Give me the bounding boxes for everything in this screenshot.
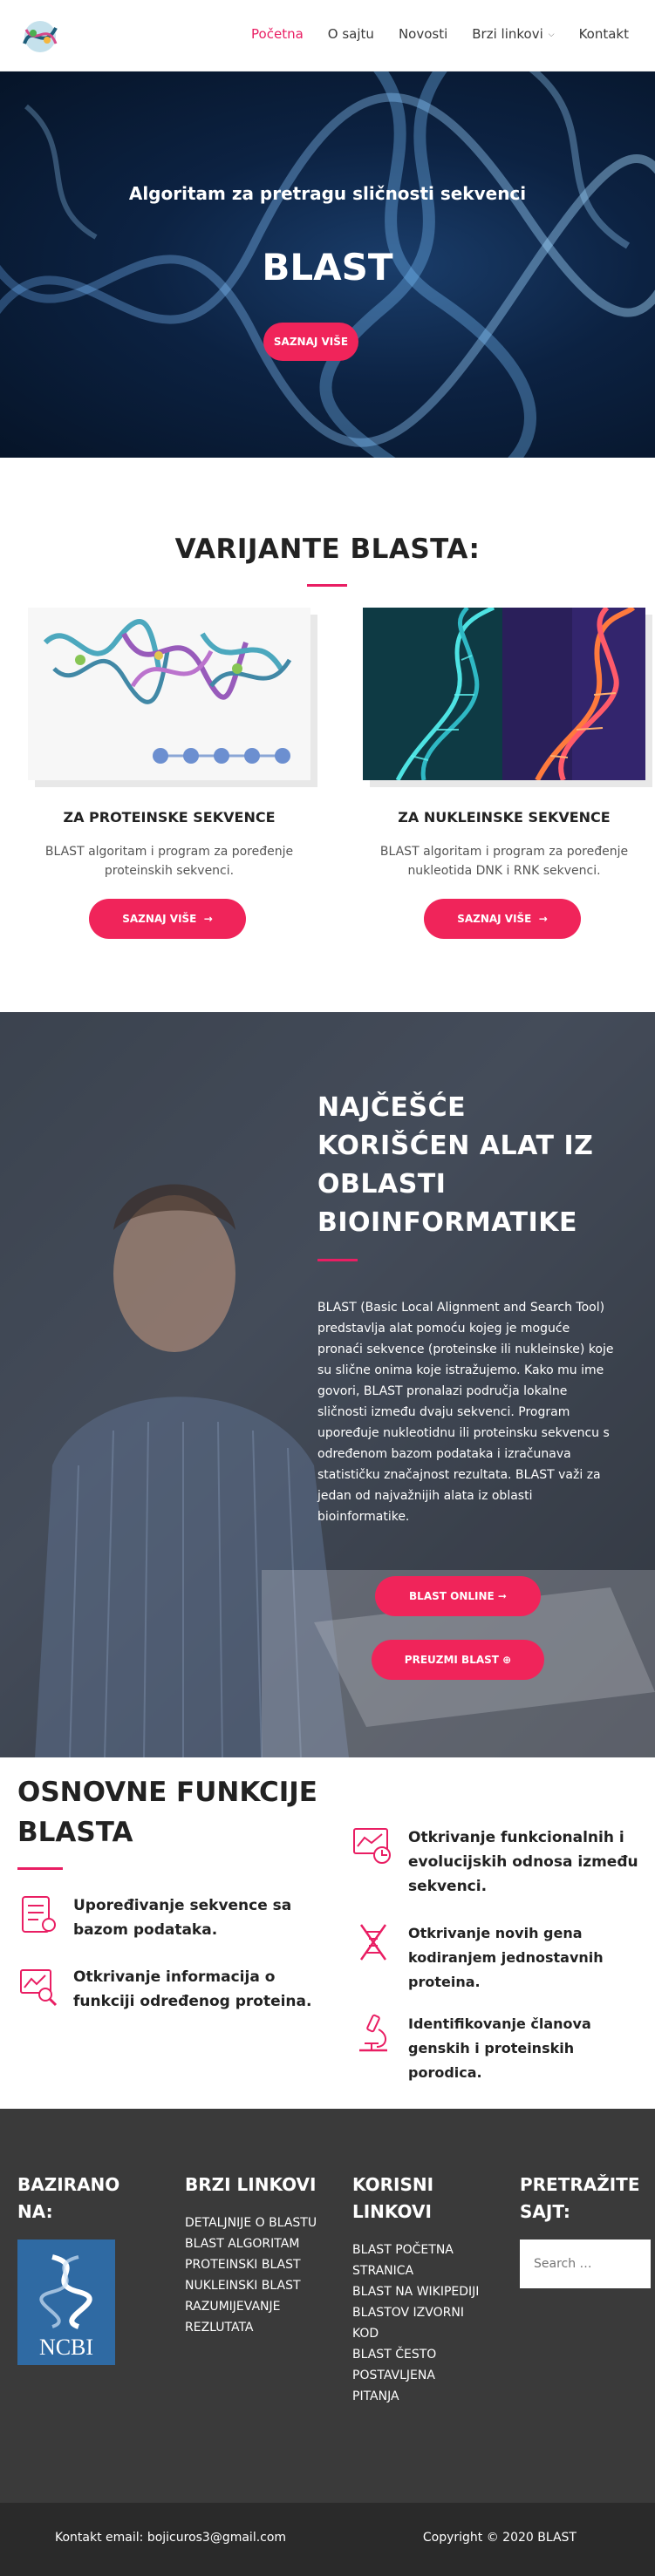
- nucleotide-card-title: ZA NUKLEINSKE SEKVENCE: [398, 809, 611, 826]
- footer-link[interactable]: BLAST NA WIKIPEDIJI: [352, 2281, 501, 2302]
- footer-search-input[interactable]: [520, 2240, 651, 2288]
- nav-quick-links-label: Brzi linkovi: [472, 26, 543, 42]
- variants-title: VARIJANTE BLASTA:: [174, 534, 481, 565]
- variants-title-underline: [307, 584, 347, 587]
- analytics-icon: [353, 1828, 391, 1864]
- nav-news[interactable]: Novosti: [386, 26, 460, 42]
- footer-link[interactable]: DETALJNIJE O BLASTU: [185, 2212, 333, 2233]
- footer-quick-links: DETALJNIJE O BLASTU BLAST ALGORITAM PROT…: [185, 2212, 333, 2338]
- nav-quick-links[interactable]: Brzi linkovi ⌵: [460, 26, 566, 42]
- protein-structure-image[interactable]: [28, 608, 310, 780]
- functions-title-underline: [17, 1867, 63, 1870]
- hero-subtitle: Algoritam za pretragu sličnosti sekvenci: [128, 183, 527, 204]
- protein-card-text: BLAST algoritam i program za poređenje p…: [44, 845, 294, 878]
- ncbi-logo-text: NCBI: [39, 2335, 93, 2360]
- bottom-bar: Kontakt email: bojicuros3@gmail.com Copy…: [0, 2503, 655, 2576]
- dna-helix-image[interactable]: [363, 608, 645, 780]
- footer-link[interactable]: REZLUTATA: [185, 2317, 333, 2338]
- tool-section: NAJČEŠĆE KORIŠĆEN ALAT IZ OBLASTI BIOINF…: [0, 1012, 655, 1757]
- nucleotide-card-text: BLAST algoritam i program za poređenje n…: [379, 845, 629, 878]
- protein-learn-more-label: SAZNAJ VIŠE: [122, 913, 197, 925]
- footer-link[interactable]: PROTEINSKI BLAST: [185, 2254, 333, 2275]
- protein-card-title: ZA PROTEINSKE SEKVENCE: [63, 809, 276, 826]
- site-logo[interactable]: [17, 17, 63, 56]
- feature-text: Otkrivanje informacija o funkciji određe…: [73, 1968, 312, 2010]
- nav-contact[interactable]: Kontakt: [567, 26, 641, 42]
- feature-item: Otkrivanje funkcionalnih i evolucijskih …: [352, 1825, 649, 1899]
- feature-item: Otkrivanje informacija o funkciji određe…: [17, 1965, 331, 2014]
- footer-link[interactable]: POSTAVLJENA: [352, 2365, 501, 2386]
- footer-link[interactable]: BLAST POČETNA: [352, 2240, 501, 2260]
- footer-link[interactable]: BLAST ČESTO: [352, 2344, 501, 2365]
- nav-about[interactable]: O sajtu: [316, 26, 386, 42]
- chart-search-icon: [20, 1969, 58, 2007]
- arrow-right-icon: →: [203, 913, 213, 925]
- hero-banner: Algoritam za pretragu sličnosti sekvenci…: [0, 71, 655, 458]
- site-header: Početna O sajtu Novosti Brzi linkovi ⌵ Ko…: [0, 0, 655, 71]
- nucleotide-learn-more-button[interactable]: SAZNAJ VIŠE →: [424, 899, 581, 939]
- nucleotide-learn-more-label: SAZNAJ VIŠE: [457, 913, 532, 925]
- footer-link[interactable]: RAZUMIJEVANJE: [185, 2296, 333, 2317]
- blast-online-button[interactable]: BLAST ONLINE ➞: [375, 1576, 541, 1616]
- footer-link[interactable]: NUKLEINSKI BLAST: [185, 2275, 333, 2296]
- site-footer: BAZIRANO NA: NCBI BRZI LINKOVI DETALJNIJ…: [0, 2109, 655, 2503]
- footer-link[interactable]: PITANJA: [352, 2386, 501, 2407]
- footer-useful-links: BLAST POČETNA STRANICA BLAST NA WIKIPEDI…: [352, 2240, 501, 2407]
- hero-title: BLAST: [262, 246, 393, 289]
- download-blast-button[interactable]: PREUZMI BLAST ⊕: [372, 1640, 544, 1680]
- footer-useful-title: KORISNI LINKOVI: [352, 2174, 434, 2222]
- dna-icon: [359, 1924, 387, 1961]
- arrow-right-icon: →: [538, 913, 548, 925]
- feature-item: Otkrivanje novih gena kodiranjem jednost…: [352, 1921, 649, 1995]
- footer-link[interactable]: STRANICA: [352, 2260, 501, 2281]
- chevron-down-icon: ⌵: [548, 31, 555, 39]
- footer-link[interactable]: BLAST ALGORITAM: [185, 2233, 333, 2254]
- tool-title-underline: [317, 1259, 358, 1261]
- main-nav: Početna O sajtu Novosti Brzi linkovi ⌵ Ko…: [239, 26, 641, 42]
- feature-item: Identifikovanje članova genskih i protei…: [352, 2012, 649, 2085]
- feature-text: Upoređivanje sekvence sa bazom podataka.: [73, 1897, 292, 1939]
- contact-email[interactable]: Kontakt email: bojicuros3@gmail.com: [55, 2531, 286, 2545]
- feature-text: Identifikovanje članova genskih i protei…: [408, 2015, 591, 2081]
- feature-item: Upoređivanje sekvence sa bazom podataka.: [17, 1893, 331, 1942]
- tool-title: NAJČEŠĆE KORIŠĆEN ALAT IZ OBLASTI BIOINF…: [317, 1092, 594, 1238]
- feature-text: Otkrivanje funkcionalnih i evolucijskih …: [408, 1829, 638, 1895]
- feature-text: Otkrivanje novih gena kodiranjem jednost…: [408, 1925, 604, 1990]
- nav-home[interactable]: Početna: [239, 26, 316, 42]
- document-compare-icon: [22, 1896, 56, 1933]
- tool-description: BLAST (Basic Local Alignment and Search …: [317, 1301, 614, 1524]
- footer-quick-title: BRZI LINKOVI: [185, 2174, 317, 2195]
- footer-based-title: BAZIRANO NA:: [17, 2174, 120, 2222]
- copyright: Copyright © 2020 BLAST: [422, 2531, 577, 2545]
- footer-link[interactable]: KOD: [352, 2323, 501, 2344]
- hero-learn-more-button[interactable]: SAZNAJ VIŠE: [263, 323, 358, 361]
- microscope-icon: [359, 2014, 387, 2052]
- protein-learn-more-button[interactable]: SAZNAJ VIŠE →: [89, 899, 246, 939]
- ncbi-logo[interactable]: NCBI: [17, 2240, 115, 2365]
- footer-link[interactable]: BLASTOV IZVORNI: [352, 2302, 501, 2323]
- footer-search-title: PRETRAŽITE SAJT:: [520, 2174, 640, 2222]
- functions-title: OSNOVNE FUNKCIJE BLASTA: [17, 1777, 317, 1848]
